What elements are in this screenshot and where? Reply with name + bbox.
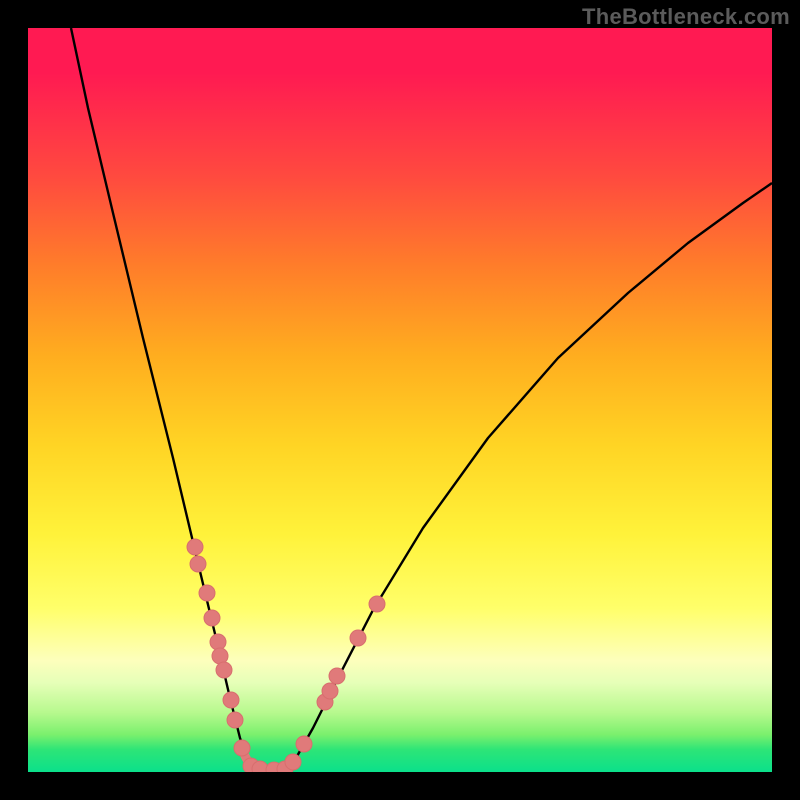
plot-area — [28, 28, 772, 772]
plot-svg — [28, 28, 772, 772]
chart-frame: TheBottleneck.com — [0, 0, 800, 800]
watermark-text: TheBottleneck.com — [582, 4, 790, 30]
